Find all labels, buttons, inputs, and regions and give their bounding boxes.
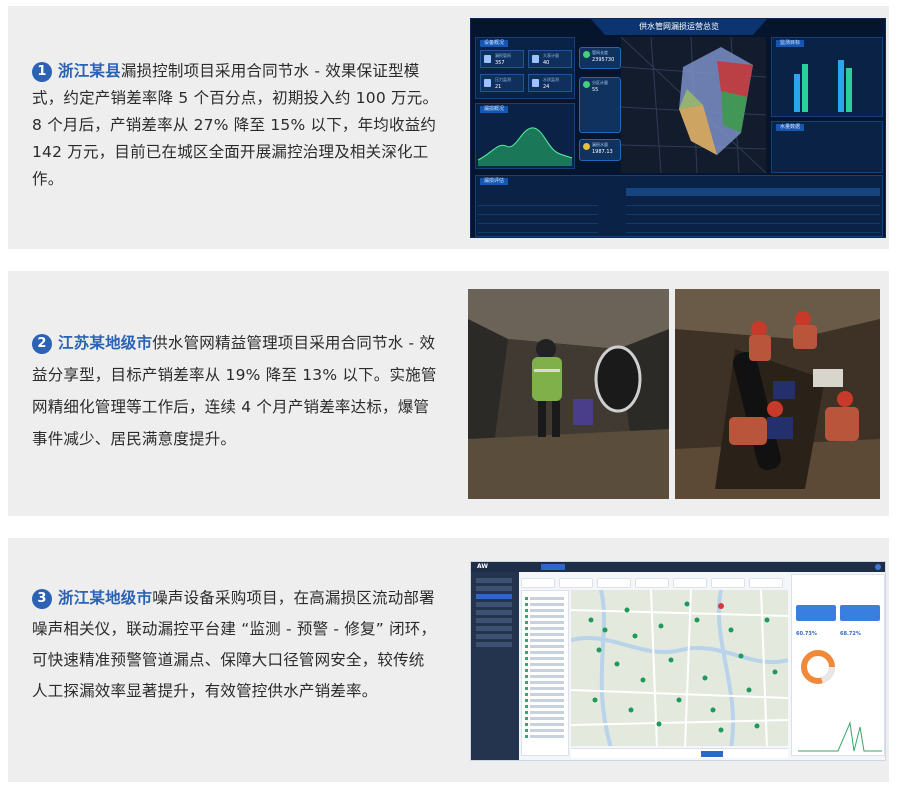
worker-in-pit-illustration [468, 289, 669, 499]
panel-device-overview: 设备概况 漏损管网 357 大表计量 40 压力监测 21 水质监测 24 [475, 37, 575, 99]
case-card-1: 1 浙江某县漏损控制项目采用合同节水 - 效果保证型模式，约定产销差率降 5 个百… [8, 6, 889, 249]
leak-platform-screenshot: AW 60.73% 68.72% [470, 561, 886, 761]
stats-panel: 60.73% 68.72% [791, 574, 885, 756]
line-chart [798, 721, 882, 752]
platform-header: AW [471, 562, 885, 572]
case-number-badge: 1 [32, 62, 52, 82]
map-regions [620, 36, 767, 174]
bar-chart [782, 52, 876, 112]
stat-box: 压力监测 21 [480, 74, 524, 92]
panel-monitor-target: 监测目标 [771, 37, 883, 117]
stat-box: 水质监测 24 [528, 74, 572, 92]
map-toolbar [571, 748, 788, 758]
leakage-dashboard-screenshot: 供水管网漏损运营总览 设备概况 漏损管网 357 大表计量 40 压力监测 21 水质… [470, 18, 886, 238]
panel-title: 监测目标 [776, 40, 805, 47]
panel-title: 漏损评估 [480, 178, 509, 185]
case-place: 江苏某地级市 [58, 334, 153, 352]
case-place: 浙江某县 [58, 62, 121, 80]
pipe-repair-illustration [675, 289, 880, 499]
panel-title: 水量数据 [776, 124, 805, 131]
stat-box: 漏损管网 357 [480, 50, 524, 68]
case-body: 漏损控制项目采用合同节水 - 效果保证型模式，约定产销差率降 5 个百分点，初期… [32, 62, 439, 188]
device-list [521, 590, 569, 756]
excavation-photo-1 [468, 289, 669, 499]
device-map [571, 590, 788, 746]
stat-box: 大表计量 40 [528, 50, 572, 68]
panel-water-data: 水量数据 [771, 121, 883, 173]
district-map [620, 36, 767, 174]
kpi-value: 60.73% [796, 631, 817, 637]
platform-logo: AW [477, 563, 488, 570]
area-chart [477, 127, 573, 166]
panel-title: 设备概况 [480, 40, 509, 47]
case-text-2: 2 江苏某地级市供水管网精益管理项目采用合同节水 - 效益分享型，目标产销差率从 … [32, 327, 440, 455]
panel-leakage-overview: 漏损概况 [475, 103, 575, 169]
platform-sidebar [471, 572, 519, 760]
case-number-badge: 3 [32, 589, 52, 609]
kpi-strip [521, 574, 787, 588]
excavation-photo-2 [675, 289, 880, 499]
stat-pill: 分区计量 55 [579, 77, 621, 133]
case-place: 浙江某地级市 [58, 589, 153, 607]
dashboard-title: 供水管网漏损运营总览 [591, 19, 767, 35]
case-card-3: 3 浙江某地级市噪声设备采购项目，在高漏损区流动部署噪声相关仪，联动漏控平台建 “… [8, 538, 889, 782]
panel-title: 漏损概况 [480, 106, 509, 113]
stat-pill: 管网长度 2395730 [579, 47, 621, 69]
kpi-value: 68.72% [840, 631, 861, 637]
case-card-2: 2 江苏某地级市供水管网精益管理项目采用合同节水 - 效益分享型，目标产销差率从 … [8, 271, 889, 516]
donut-chart [801, 650, 835, 684]
case-text-3: 3 浙江某地级市噪声设备采购项目，在高漏损区流动部署噪声相关仪，联动漏控平台建 “… [32, 583, 440, 707]
case-number-badge: 2 [32, 334, 52, 354]
case-text-1: 1 浙江某县漏损控制项目采用合同节水 - 效果保证型模式，约定产销差率降 5 个百… [32, 58, 440, 193]
stat-pill: 漏损水量 1987.13 [579, 139, 621, 161]
panel-leakage-assessment: 漏损评估 [475, 175, 883, 237]
map-streets [571, 590, 788, 746]
